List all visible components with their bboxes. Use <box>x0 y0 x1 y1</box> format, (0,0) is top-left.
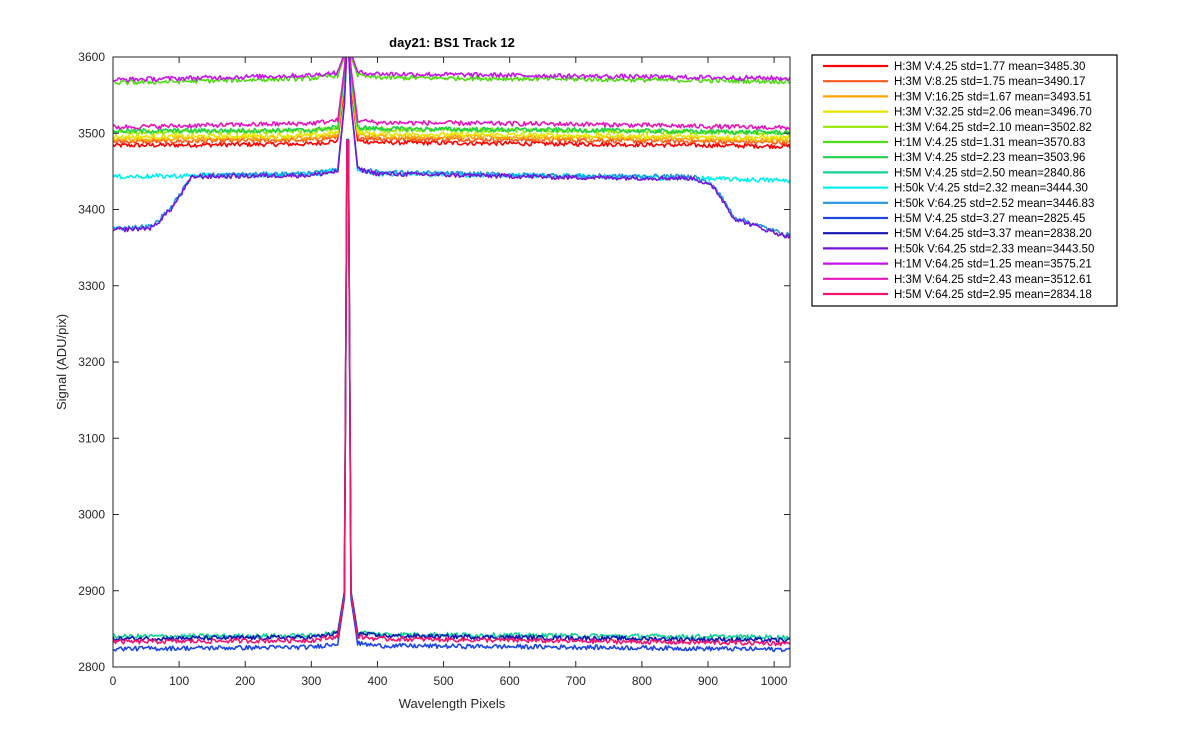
legend-label: H:3M V:16.25 std=1.67 mean=3493.51 <box>894 91 1092 103</box>
y-tick-label: 3200 <box>78 355 105 369</box>
y-tick-label: 3000 <box>78 508 105 522</box>
legend-label: H:5M V:64.25 std=2.95 mean=2834.18 <box>894 289 1092 301</box>
plot-background <box>113 57 790 667</box>
y-tick-label: 2800 <box>78 660 105 674</box>
y-tick-label: 3300 <box>78 279 105 293</box>
x-axis-label: Wavelength Pixels <box>399 696 506 711</box>
legend-label: H:5M V:4.25 std=2.50 mean=2840.86 <box>894 167 1085 179</box>
legend-label: H:50k V:4.25 std=2.32 mean=3444.30 <box>894 183 1088 195</box>
legend-label: H:3M V:4.25 std=2.23 mean=3503.96 <box>894 152 1085 164</box>
x-tick-label: 0 <box>110 674 117 688</box>
x-tick-label: 900 <box>698 674 718 688</box>
y-tick-label: 3500 <box>78 126 105 140</box>
legend-label: H:3M V:32.25 std=2.06 mean=3496.70 <box>894 107 1092 119</box>
chart-svg: 0 100 200 300 400 500 600 700 800 900 1000 2800 290… <box>54 35 1118 711</box>
legend-label: H:5M V:64.25 std=3.37 mean=2838.20 <box>894 228 1092 240</box>
x-tick-label: 300 <box>301 674 321 688</box>
chart-title: day21: BS1 Track 12 <box>389 35 515 50</box>
x-tick-label: 100 <box>169 674 189 688</box>
legend-label: H:3M V:64.25 std=2.43 mean=3512.61 <box>894 274 1092 286</box>
x-tick-label: 700 <box>566 674 586 688</box>
legend-label: H:5M V:4.25 std=3.27 mean=2825.45 <box>894 213 1085 225</box>
x-tick-label: 800 <box>632 674 652 688</box>
x-tick-label: 600 <box>500 674 520 688</box>
legend-label: H:3M V:64.25 std=2.10 mean=3502.82 <box>894 122 1092 134</box>
x-tick-label: 1000 <box>761 674 788 688</box>
y-tick-label: 2900 <box>78 584 105 598</box>
y-tick-label: 3100 <box>78 431 105 445</box>
y-tick-label: 3400 <box>78 203 105 217</box>
y-axis-label: Signal (ADU/pix) <box>54 314 69 410</box>
legend-label: H:3M V:4.25 std=1.77 mean=3485.30 <box>894 61 1085 73</box>
x-tick-label: 400 <box>367 674 387 688</box>
legend-label: H:50k V:64.25 std=2.33 mean=3443.50 <box>894 243 1094 255</box>
legend-label: H:50k V:64.25 std=2.52 mean=3446.83 <box>894 198 1094 210</box>
y-tick-label: 3600 <box>78 50 105 64</box>
x-tick-label: 200 <box>235 674 255 688</box>
legend-label: H:1M V:4.25 std=1.31 mean=3570.83 <box>894 137 1085 149</box>
chart-root: 0 100 200 300 400 500 600 700 800 900 1000 2800 290… <box>0 0 1200 750</box>
x-tick-label: 500 <box>434 674 454 688</box>
legend: H:3M V:4.25 std=1.77 mean=3485.30 H:3M V:… <box>811 54 1118 307</box>
legend-label: H:3M V:8.25 std=1.75 mean=3490.17 <box>894 76 1085 88</box>
legend-label: H:1M V:64.25 std=1.25 mean=3575.21 <box>894 259 1092 271</box>
